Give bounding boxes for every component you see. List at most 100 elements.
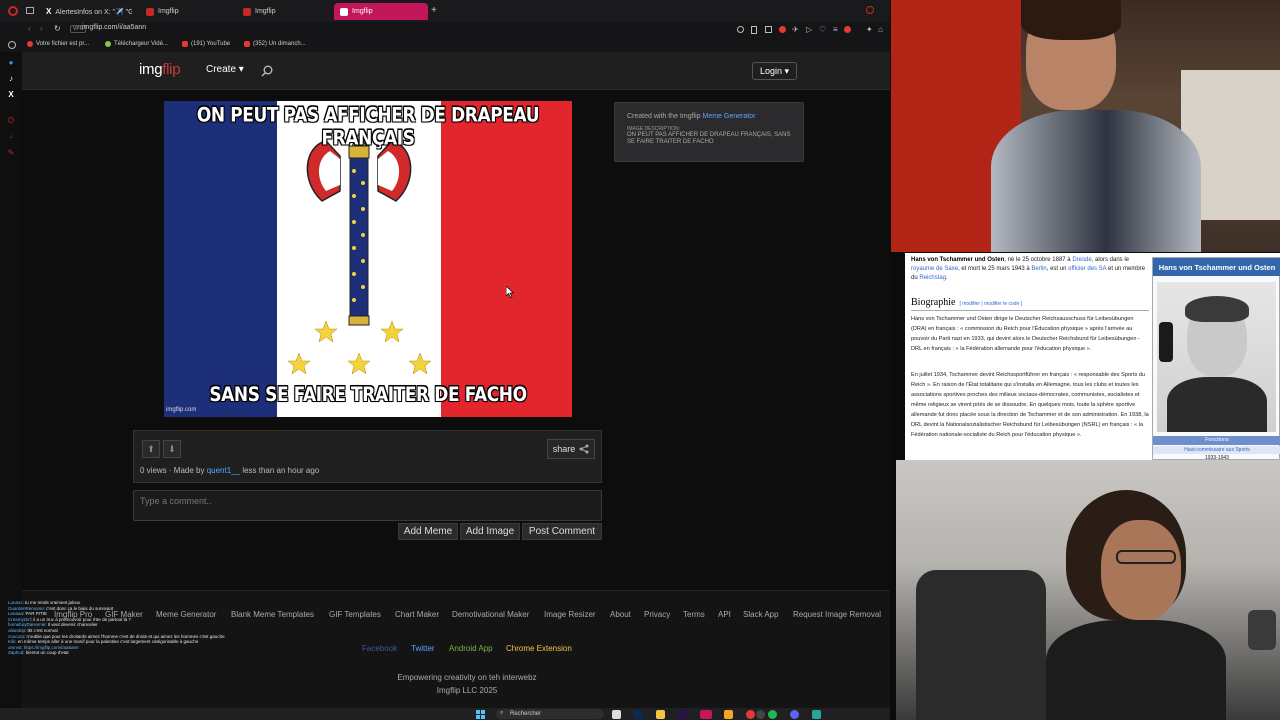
url-field[interactable]: imgflip.com/i/aa5ann	[82, 24, 146, 31]
webcam-feed-bottom	[896, 460, 1280, 720]
login-button[interactable]: Login ▾	[752, 62, 797, 80]
wikipedia-article-panel: Hans von Tschammer und Osten, né le 25 o…	[905, 253, 1280, 460]
tab-imgflip-2[interactable]: Imgflip	[237, 3, 329, 20]
comment-input[interactable]: Type a comment..	[133, 490, 602, 521]
chat-text: n'oublie que pour les droitards aimez l'…	[26, 633, 225, 639]
infobox-role-link[interactable]: Haut-commissaire aux Sports	[1153, 446, 1280, 454]
play-icon[interactable]: ▷	[806, 25, 812, 34]
add-meme-button[interactable]: Add Meme	[398, 523, 458, 540]
share-button[interactable]: share	[547, 439, 595, 459]
wiki-link[interactable]: Dresde	[1072, 257, 1091, 263]
vpn-icon[interactable]	[844, 26, 851, 33]
tab-imgflip-1[interactable]: Imgflip	[140, 3, 232, 20]
post-comment-button[interactable]: Post Comment	[522, 523, 602, 540]
tab-alertesinfos[interactable]: X AlertesInfos on X: "✈️ "G...	[40, 3, 132, 20]
file-explorer-icon[interactable]	[656, 710, 665, 719]
notes-icon[interactable]: ✎	[7, 149, 15, 157]
downvote-button[interactable]: ⬇	[163, 440, 181, 458]
chat-user: GuardenRemorse	[8, 605, 44, 611]
tiktok-icon[interactable]: ♪	[7, 75, 15, 83]
menu-icon[interactable]: ≡	[833, 25, 838, 34]
app-icon[interactable]	[724, 710, 733, 719]
discord-icon[interactable]	[790, 710, 799, 719]
chat-user: Zaphod	[8, 650, 24, 656]
wiki-link[interactable]: officier des SA	[1068, 266, 1106, 272]
footer-link[interactable]: Terms	[683, 610, 705, 619]
wiki-link[interactable]: royaume de Saxe	[911, 266, 958, 272]
wiki-lead-paragraph: Hans von Tschammer und Osten, né le 25 o…	[911, 257, 1146, 281]
bookmark-icon[interactable]	[751, 26, 757, 34]
footer-link[interactable]: Chart Maker	[395, 610, 439, 619]
app-icon[interactable]	[812, 710, 821, 719]
forward-icon[interactable]: ›	[40, 24, 43, 33]
twitter-link[interactable]: Twitter	[411, 644, 435, 653]
footer-link[interactable]: API	[718, 610, 731, 619]
reload-icon[interactable]: ↻	[54, 24, 61, 33]
bookmark-item[interactable]: (191) YouTube	[182, 41, 230, 47]
record-icon[interactable]	[779, 26, 786, 33]
chat-user: Leeaaa	[8, 611, 24, 617]
upvote-button[interactable]: ⬆	[142, 440, 160, 458]
sidebar-toggle-icon[interactable]	[26, 7, 34, 14]
chrome-icon[interactable]	[746, 710, 755, 719]
search-icon[interactable]	[261, 65, 273, 77]
chat-user: oilandrip	[8, 627, 26, 633]
x-logo-icon[interactable]: X	[7, 91, 15, 99]
footer-link[interactable]: About	[610, 610, 631, 619]
obs-icon[interactable]	[756, 710, 765, 719]
spotify-icon[interactable]	[768, 710, 777, 719]
history-icon[interactable]: ◷	[7, 116, 15, 124]
chat-text: bientot un coup d'etat	[25, 650, 69, 656]
browser-logo-icon[interactable]	[8, 6, 18, 16]
wiki-link[interactable]: Reichstag	[919, 275, 946, 281]
messenger-icon[interactable]: ●	[7, 59, 15, 67]
image-description-text: ON PEUT PAS AFFICHER DE DRAPEAU FRANÇAIS…	[627, 132, 791, 145]
footer-link[interactable]: Request Image Removal	[793, 610, 881, 619]
wiki-edit-link[interactable]: [ modifier | modifier le code ]	[959, 301, 1022, 307]
screen: X AlertesInfos on X: "✈️ "G... Imgflip I…	[0, 0, 1280, 720]
heart-icon[interactable]: ♡	[819, 25, 826, 34]
back-icon[interactable]: ‹	[28, 24, 31, 33]
bookmark-label: Téléchargeur Vidé...	[114, 41, 168, 47]
extensions-puzzle-icon[interactable]: ✦	[866, 25, 873, 34]
heart-icon	[27, 41, 33, 47]
author-link[interactable]: quent1__	[207, 466, 240, 475]
extension-icon[interactable]: ✈	[792, 25, 799, 34]
facebook-link[interactable]: Facebook	[362, 644, 397, 653]
lock-icon[interactable]: ⌂	[878, 25, 883, 34]
screenshot-icon[interactable]	[765, 26, 772, 33]
imgflip-favicon-icon	[146, 7, 154, 16]
tab-search-icon[interactable]	[866, 6, 874, 14]
youtube-icon	[244, 41, 250, 47]
imgflip-logo[interactable]: imgflip	[139, 61, 181, 78]
tab-imgflip-active[interactable]: Imgflip	[334, 3, 428, 20]
meme-watermark: imgflip.com	[166, 407, 197, 413]
footer-link[interactable]: Image Resizer	[544, 610, 596, 619]
download-icon	[105, 41, 111, 47]
footer-link[interactable]: Demotivational Maker	[452, 610, 529, 619]
downloads-icon[interactable]: ↓	[7, 132, 15, 140]
browser-taskbar-icon[interactable]	[700, 710, 712, 719]
add-image-button[interactable]: Add Image	[460, 523, 520, 540]
settings-gear-icon[interactable]	[8, 41, 16, 49]
meme-image[interactable]: ON PEUT PAS AFFICHER DE DRAPEAU FRANÇAIS…	[164, 101, 572, 417]
meme-generator-link[interactable]: Meme Generator	[703, 113, 756, 120]
chrome-extension-link[interactable]: Chrome Extension	[506, 644, 572, 653]
bookmark-item[interactable]: Téléchargeur Vidé...	[105, 41, 168, 47]
android-app-link[interactable]: Android App	[449, 644, 493, 653]
premiere-icon[interactable]	[678, 710, 687, 719]
footer-link[interactable]: Slack App	[743, 610, 779, 619]
zoom-icon[interactable]	[737, 26, 744, 33]
infobox-photo[interactable]	[1157, 282, 1276, 432]
windows-start-icon[interactable]	[476, 710, 485, 719]
bookmark-item[interactable]: (352) Un dimanch...	[244, 41, 306, 47]
create-menu-button[interactable]: Create ▾	[206, 64, 244, 75]
footer-link[interactable]: GIF Templates	[329, 610, 381, 619]
task-view-icon[interactable]	[612, 710, 621, 719]
taskbar-search[interactable]: ⌕ Rechercher	[496, 709, 604, 719]
new-tab-icon[interactable]: +	[431, 5, 437, 16]
bookmark-item[interactable]: Votre fichier est pr...	[27, 41, 89, 47]
wiki-link[interactable]: Berlin	[1031, 266, 1046, 272]
photoshop-icon[interactable]	[634, 710, 643, 719]
footer-link[interactable]: Privacy	[644, 610, 670, 619]
